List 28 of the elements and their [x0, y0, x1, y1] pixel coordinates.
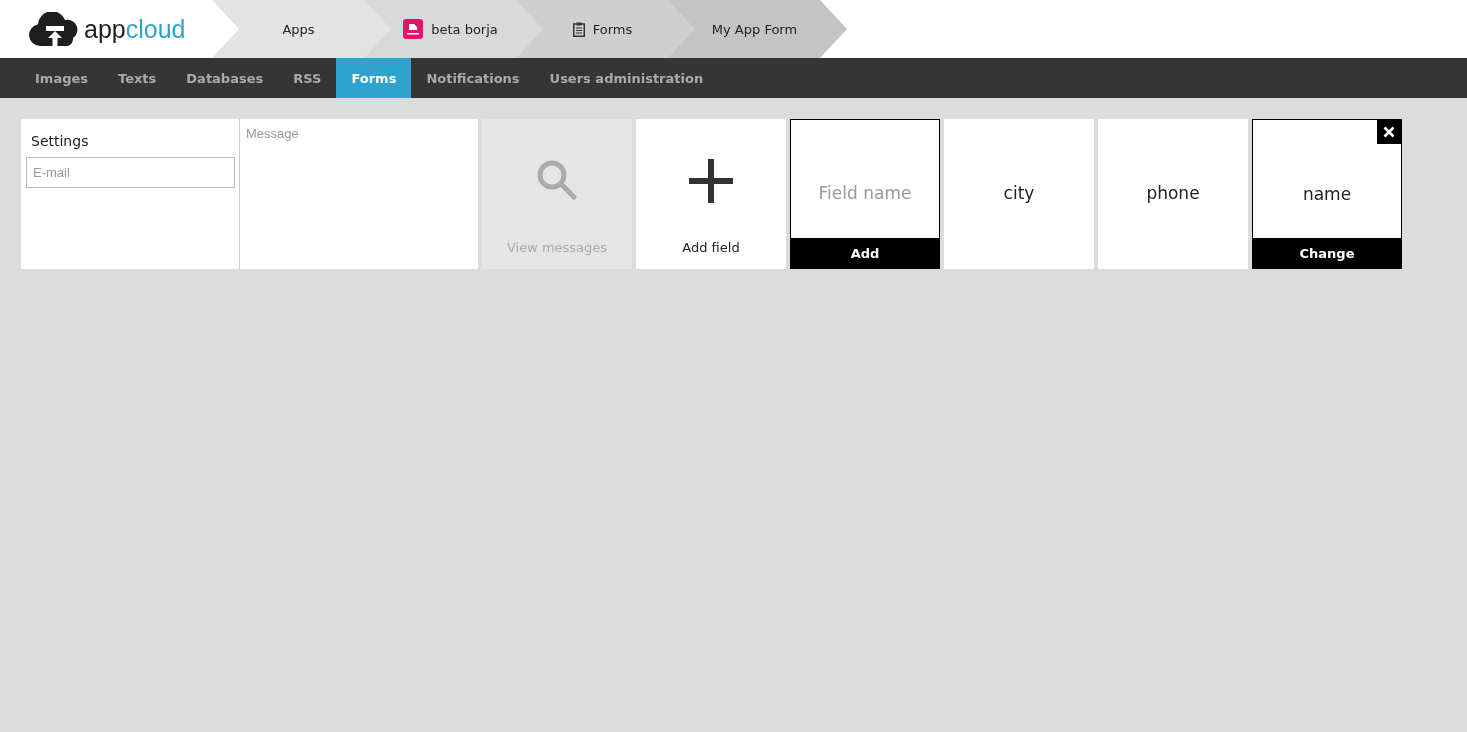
field-label: name: [1302, 184, 1352, 204]
field-card[interactable]: phone: [1098, 119, 1248, 269]
logo-text: appcloud: [84, 14, 186, 44]
search-icon: [536, 159, 578, 201]
nav-tab[interactable]: Notifications: [411, 58, 535, 98]
settings-title: Settings: [31, 133, 89, 149]
add-button[interactable]: Add: [791, 238, 939, 268]
add-field-tile[interactable]: Add field: [636, 119, 786, 269]
nav-tab[interactable]: Users administration: [534, 58, 719, 98]
field-label: phone: [1146, 183, 1200, 203]
field-card[interactable]: name Change: [1252, 119, 1402, 269]
nav-tab[interactable]: RSS: [278, 58, 337, 98]
breadcrumb[interactable]: Forms: [516, 0, 668, 58]
field-label: city: [1003, 183, 1035, 203]
app-icon: [403, 19, 424, 39]
clipboard-icon: [572, 21, 585, 37]
breadcrumb[interactable]: beta borja: [364, 0, 516, 58]
field-card[interactable]: city: [944, 119, 1094, 269]
breadcrumb[interactable]: Apps: [212, 0, 364, 58]
plus-icon: [689, 159, 733, 203]
nav-tab[interactable]: Databases: [171, 58, 279, 98]
breadcrumb[interactable]: My App Form: [668, 0, 820, 58]
nav-tab[interactable]: Images: [20, 58, 103, 98]
close-icon[interactable]: [1377, 120, 1401, 144]
email-field[interactable]: E-mail: [26, 157, 235, 188]
nav-tab[interactable]: Texts: [103, 58, 172, 98]
message-field[interactable]: Message: [240, 119, 478, 269]
change-button[interactable]: Change: [1253, 238, 1401, 268]
